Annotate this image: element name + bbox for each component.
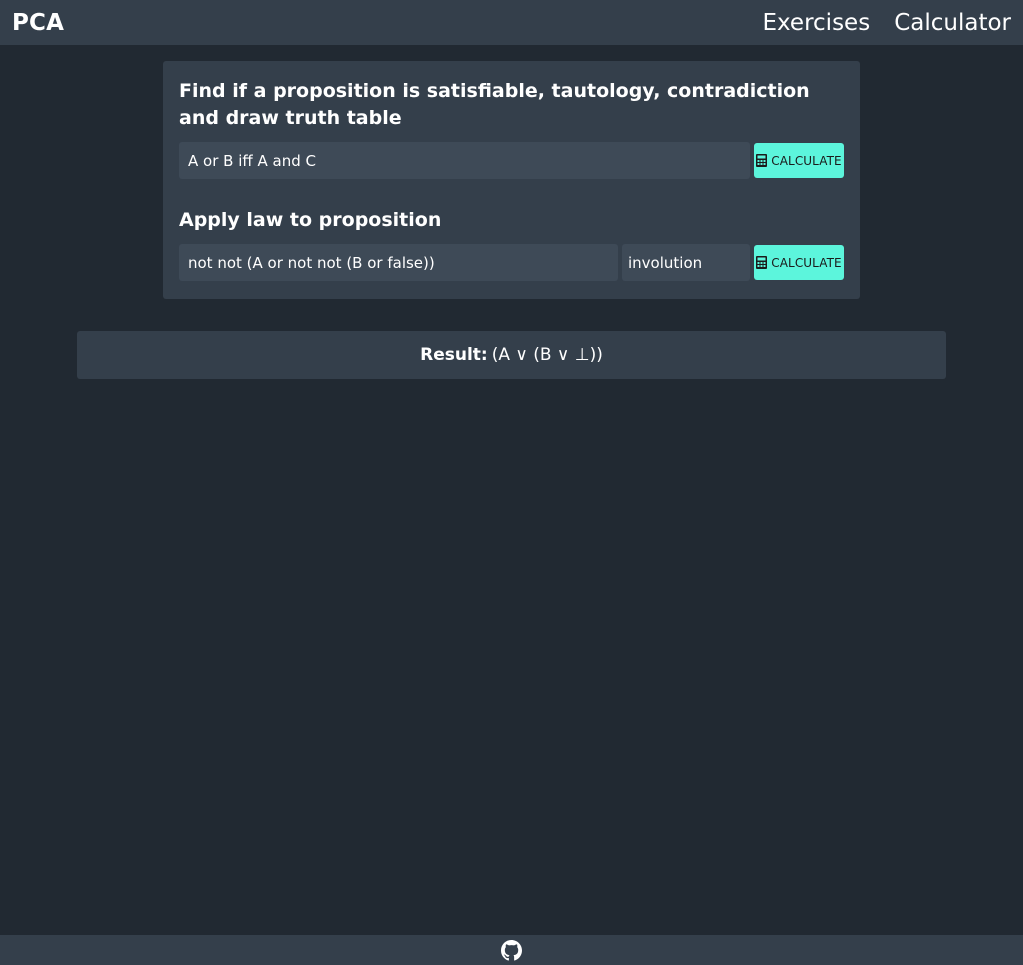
footer <box>0 935 1023 965</box>
law-select[interactable]: involution <box>622 244 750 281</box>
nav-links: Exercises Calculator <box>763 10 1012 36</box>
calculate-label: CALCULATE <box>771 153 842 168</box>
calculator-icon <box>756 154 768 167</box>
calculator-icon <box>756 256 768 269</box>
calculate-label: CALCULATE <box>771 255 842 270</box>
proposition-input[interactable] <box>179 142 750 179</box>
result-value: (A ∨ (B ∨ ⊥)) <box>491 345 603 365</box>
apply-law-row: involution CALCULATE <box>179 244 844 281</box>
github-link[interactable] <box>501 939 523 961</box>
law-proposition-input[interactable] <box>179 244 618 281</box>
calculator-card: Find if a proposition is satisfiable, ta… <box>163 61 860 299</box>
nav-link-calculator[interactable]: Calculator <box>894 10 1011 36</box>
law-selected-value: involution <box>628 253 703 272</box>
satisfiability-title: Find if a proposition is satisfiable, ta… <box>179 80 810 129</box>
apply-law-section: Apply law to proposition involution CALC… <box>179 207 844 281</box>
apply-law-title: Apply law to proposition <box>179 209 442 231</box>
nav-link-exercises[interactable]: Exercises <box>763 10 871 36</box>
satisfiability-section: Find if a proposition is satisfiable, ta… <box>179 78 844 179</box>
brand-logo[interactable]: PCA <box>12 10 64 36</box>
navbar: PCA Exercises Calculator <box>0 0 1023 45</box>
result-label: Result: <box>420 345 488 365</box>
satisfiability-row: CALCULATE <box>179 142 844 179</box>
calculate-law-button[interactable]: CALCULATE <box>754 245 844 280</box>
result-panel: Result: (A ∨ (B ∨ ⊥)) <box>77 331 946 379</box>
calculate-satisfiability-button[interactable]: CALCULATE <box>754 143 844 178</box>
github-icon <box>501 939 522 960</box>
